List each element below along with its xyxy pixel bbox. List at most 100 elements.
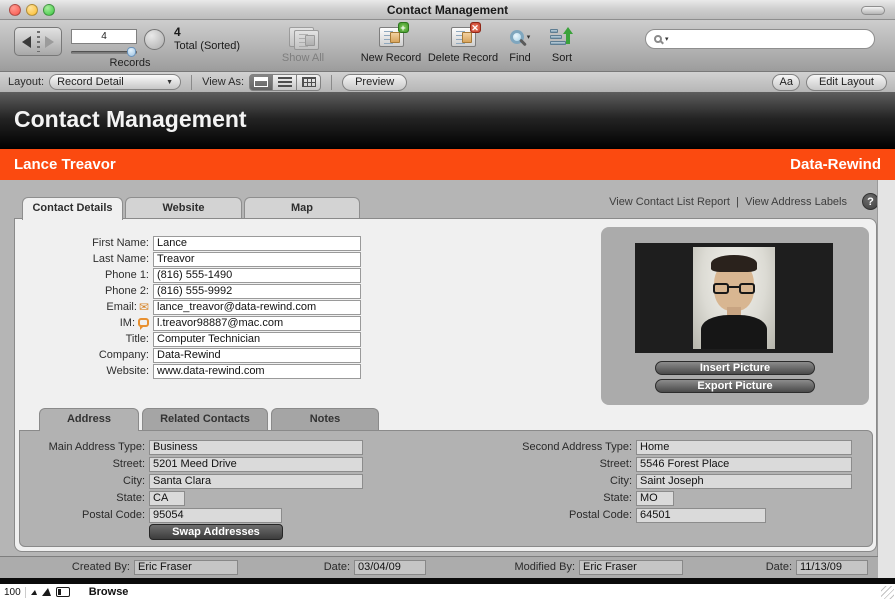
website-label: Website: [106,365,149,377]
filemaker-window: Contact Management 4 Records 4 Total (So… [0,0,895,600]
toolbar-toggle-button[interactable] [861,6,885,15]
modified-date-field[interactable]: 11/13/09 [796,560,868,575]
new-record-icon: + [379,27,404,47]
sort-button[interactable]: Sort [543,25,581,64]
phone1-field[interactable]: (816) 555-1490 [153,268,361,283]
tab-contact-details[interactable]: Contact Details [22,197,123,220]
list-view-button[interactable] [273,74,297,91]
address-panel: Main Address Type: Business Street: 5201… [19,430,873,547]
delete-record-icon: ✕ [451,27,476,47]
record-slider-thumb[interactable] [127,47,136,57]
phone2-field[interactable]: (816) 555-9992 [153,284,361,299]
picture-container: Insert Picture Export Picture [601,227,869,405]
website-field[interactable]: www.data-rewind.com [153,364,361,379]
last-name-field[interactable]: Treavor [153,252,361,267]
record-slider[interactable] [71,51,137,54]
company-name: Data-Rewind [790,156,881,173]
tab-related-contacts[interactable]: Related Contacts [142,408,268,430]
layout-title: Contact Management [14,106,247,133]
zoom-in-icon[interactable] [42,588,51,596]
tab-address[interactable]: Address [39,408,139,431]
first-name-label: First Name: [92,237,149,249]
find-button[interactable]: ▾ Find [497,25,543,64]
view-address-labels-link[interactable]: View Address Labels [745,196,847,208]
main-postal-field[interactable]: 95054 [149,508,282,523]
delete-record-button[interactable]: ✕ Delete Record [425,25,501,64]
preview-button[interactable]: Preview [342,74,407,91]
edit-layout-button[interactable]: Edit Layout [806,74,887,91]
second-street-field[interactable]: 5546 Forest Place [636,457,852,472]
status-toolbar: 4 Records 4 Total (Sorted) Show All + [0,20,895,72]
plus-badge-icon: + [398,22,409,33]
mode-popup[interactable]: Browse [89,586,129,598]
tab-website[interactable]: Website [125,197,242,219]
export-picture-button[interactable]: Export Picture [655,379,815,393]
bottom-status-bar: 100 Browse [0,584,895,600]
found-set-pie-button[interactable] [144,29,165,50]
table-view-button[interactable] [297,74,321,91]
tab-notes[interactable]: Notes [271,408,379,430]
record-navigation-book[interactable] [14,27,62,56]
modified-by-field[interactable]: Eric Fraser [579,560,683,575]
popup-caret-icon: ▼ [166,79,173,86]
im-field[interactable]: l.treavor98887@mac.com [153,316,361,331]
main-street-field[interactable]: 5201 Meed Drive [149,457,363,472]
swap-addresses-button[interactable]: Swap Addresses [149,524,283,540]
total-sorted-label: Total (Sorted) [174,40,240,52]
search-caret-icon: ▾ [665,35,669,43]
tab-map[interactable]: Map [244,197,360,219]
second-postal-field[interactable]: 64501 [636,508,766,523]
book-spiral-icon [37,31,40,52]
records-label: Records [85,57,175,69]
show-all-button[interactable]: Show All [272,25,334,64]
second-state-label: State: [603,492,632,504]
form-view-button[interactable] [249,74,273,91]
status-toolbar-toggle-icon[interactable] [56,587,70,597]
show-all-icon [289,27,317,48]
email-field[interactable]: lance_treavor@data-rewind.com [153,300,361,315]
main-street-label: Street: [113,458,145,470]
view-contact-list-report-link[interactable]: View Contact List Report [609,196,730,208]
zoom-out-icon[interactable] [31,590,37,595]
title-label: Title: [126,333,149,345]
record-header-bar: Lance Treavor Data-Rewind [0,149,895,180]
second-postal-label: Postal Code: [569,509,632,521]
main-address-type-field[interactable]: Business [149,440,363,455]
second-city-label: City: [610,475,632,487]
next-record-icon[interactable] [45,36,54,48]
company-field[interactable]: Data-Rewind [153,348,361,363]
zoom-level[interactable]: 100 [4,587,26,598]
quick-find-input[interactable]: ▾ [645,29,875,49]
created-date-field[interactable]: 03/04/09 [354,560,426,575]
last-name-label: Last Name: [93,253,149,265]
format-text-button[interactable]: Aa [772,74,799,91]
current-record-field[interactable]: 4 [71,29,137,44]
modified-date-label: Date: [734,561,792,573]
resize-grip[interactable] [881,586,894,599]
second-city-field[interactable]: Saint Joseph [636,474,852,489]
chat-bubble-icon[interactable] [138,318,149,327]
right-scrollbar-track [877,180,895,578]
picture-field[interactable] [635,243,833,353]
title-field[interactable]: Computer Technician [153,332,361,347]
layout-popup[interactable]: Record Detail ▼ [49,74,181,90]
phone1-label: Phone 1: [105,269,149,281]
created-by-field[interactable]: Eric Fraser [134,560,238,575]
company-label: Company: [99,349,149,361]
second-state-field[interactable]: MO [636,491,674,506]
x-badge-icon: ✕ [470,22,481,33]
title-bar: Contact Management [0,0,895,20]
send-email-icon[interactable]: ✉ [139,300,149,314]
second-address-type-field[interactable]: Home [636,440,852,455]
total-count: 4 [174,25,181,39]
view-as-label: View As: [202,76,244,88]
new-record-button[interactable]: + New Record [355,25,427,64]
insert-picture-button[interactable]: Insert Picture [655,361,815,375]
form-view-icon [254,77,268,87]
first-name-field[interactable]: Lance [153,236,361,251]
record-footer: Created By: Eric Fraser Date: 03/04/09 M… [0,556,878,578]
main-city-field[interactable]: Santa Clara [149,474,363,489]
contact-photo [693,247,775,349]
main-state-field[interactable]: CA [149,491,185,506]
previous-record-icon[interactable] [22,36,31,48]
